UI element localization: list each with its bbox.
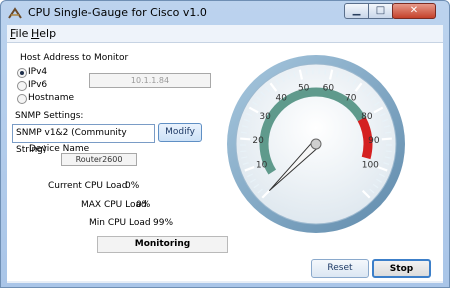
menu-bar: File Help [7,25,443,43]
current-cpu-load-label: Current CPU Load [48,181,128,191]
min-cpu-load-value: 99% [153,218,174,228]
minimize-button[interactable]: ▁ [344,3,369,19]
gauge-hub [310,138,322,150]
snmp-settings-field[interactable]: SNMP v1&2 (Community String) [12,124,155,155]
radio-ipv6[interactable] [17,81,27,91]
menu-file[interactable]: File [10,27,28,40]
gauge-label: 100 [362,160,379,170]
radio-ipv4-label: IPv4 [28,67,48,77]
radio-hostname-label: Hostname [28,93,75,103]
gauge-label: 40 [276,94,288,104]
host-address-label: Host Address to Monitor [20,53,129,63]
host-address-input[interactable]: 10.1.1.84 [89,73,211,88]
gauge-label: 60 [323,83,335,93]
stop-button[interactable]: Stop [372,259,431,278]
gauge-minor-tick [240,150,247,153]
gauge-label: 10 [256,160,268,170]
radio-hostname[interactable] [17,94,27,104]
menu-help[interactable]: Help [31,27,56,40]
device-name-field: Router2600 [61,153,137,166]
gauge-label: 70 [345,94,357,104]
gauge-label: 90 [368,136,380,146]
title-bar[interactable]: CPU Single-Gauge for Cisco v1.0 ▁ □ ✕ [1,1,449,25]
gauge-major-tick [240,137,251,141]
max-cpu-load-value: 0% [136,200,151,210]
window-title: CPU Single-Gauge for Cisco v1.0 [28,6,207,19]
radio-ipv6-label: IPv6 [28,80,48,90]
app-window: CPU Single-Gauge for Cisco v1.0 ▁ □ ✕ Fi… [0,0,450,288]
gauge-minor-tick [385,150,392,153]
cpu-gauge: 10 20 30 40 50 60 70 80 90 100 [227,55,405,233]
reset-button[interactable]: Reset [311,259,369,278]
gauge-label: 20 [252,136,264,146]
maximize-button[interactable]: □ [368,3,393,19]
gauge-label: 30 [259,112,271,122]
monitoring-status: Monitoring [97,236,228,253]
gauge-label: 50 [298,83,310,93]
app-icon [8,7,22,19]
gauge-minor-tick [324,68,327,75]
gauge-major-tick [381,137,392,141]
snmp-settings-label: SNMP Settings: [15,111,84,121]
modify-button[interactable]: Modify [158,123,202,142]
status-bar [7,281,443,283]
main-panel: Host Address to Monitor IPv4 IPv6 Hostna… [7,43,443,283]
radio-ipv4[interactable] [17,68,27,78]
gauge-label: 80 [361,112,373,122]
current-cpu-load-value: 0% [125,181,140,191]
close-button[interactable]: ✕ [392,3,436,19]
gauge-minor-tick [305,68,308,75]
min-cpu-load-label: Min CPU Load [89,218,151,228]
